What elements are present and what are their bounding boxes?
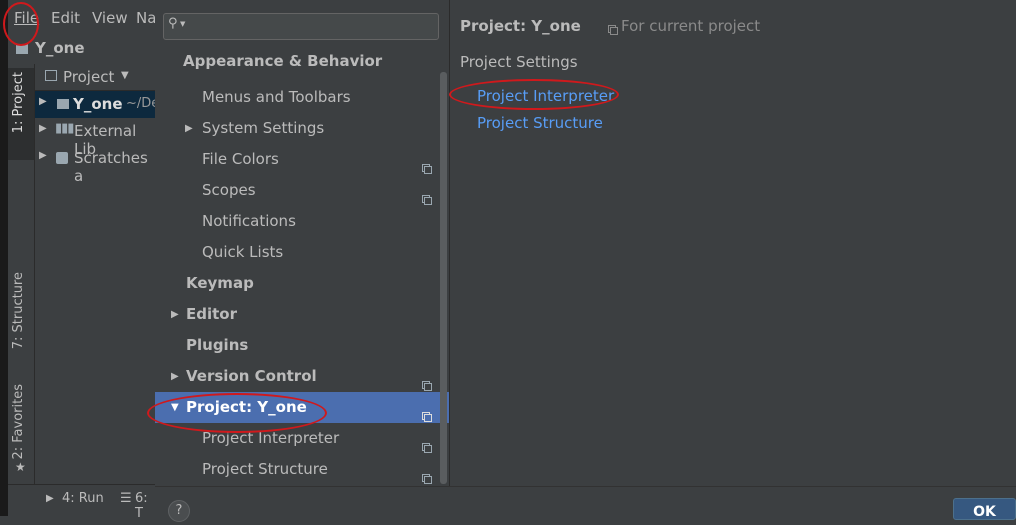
project-panel-header: Project ▼: [35, 64, 155, 91]
project-tree-row[interactable]: ▶ Scratches a: [35, 145, 155, 185]
settings-search-input[interactable]: ⚲ ▼: [163, 13, 439, 40]
tree-item-notifications[interactable]: Notifications: [155, 206, 449, 237]
help-button[interactable]: ?: [168, 500, 190, 522]
run-tab[interactable]: 4: Run: [62, 491, 104, 506]
tab-project[interactable]: 1: Project: [11, 72, 31, 133]
tree-item-menus-toolbars[interactable]: Menus and Toolbars: [155, 82, 449, 113]
tree-item-project-structure[interactable]: Project Structure: [155, 454, 449, 485]
scratches-label: Scratches a: [74, 149, 148, 185]
project-panel: Project ▼ ▶ Y_one ~/De ▶ ▮▮▮ External Li…: [35, 64, 159, 484]
tab-structure[interactable]: 7: Structure: [11, 272, 31, 349]
tree-scrollbar[interactable]: [440, 72, 447, 484]
section-title: Project Settings: [460, 53, 578, 71]
ide-statusbar: ▶ 4: Run ☰ 6: T: [8, 484, 155, 521]
breadcrumb-project[interactable]: Y_one: [35, 39, 85, 57]
copy-icon: [422, 402, 432, 422]
search-icon: ⚲: [168, 16, 178, 31]
settings-content-panel: Project: Y_one For current project Proje…: [450, 0, 1016, 486]
todo-tab[interactable]: 6: T: [135, 491, 155, 521]
expand-arrow-icon[interactable]: ▶: [39, 123, 47, 134]
tree-item-editor[interactable]: ▶ Editor: [155, 299, 449, 330]
expand-arrow-icon[interactable]: ▶: [171, 299, 179, 330]
copy-icon: [422, 464, 432, 484]
library-icon: ▮▮▮: [55, 121, 74, 136]
link-project-structure[interactable]: Project Structure: [477, 114, 603, 132]
tree-item-version-control[interactable]: ▶ Version Control: [155, 361, 449, 392]
copy-icon: [608, 21, 618, 39]
copy-icon: [422, 185, 432, 205]
tree-item-appearance[interactable]: Appearance & Behavior: [155, 46, 449, 77]
project-view-icon: [45, 70, 57, 81]
chevron-down-icon[interactable]: ▼: [121, 70, 129, 81]
tool-window-strip: 1: Project 7: Structure 2: Favorites ★: [8, 64, 35, 484]
expand-arrow-icon[interactable]: ▶: [39, 150, 47, 161]
menu-edit[interactable]: Edit: [51, 9, 80, 27]
scratches-icon: [56, 152, 68, 164]
menu-view[interactable]: View: [92, 9, 128, 27]
project-view-label[interactable]: Project: [63, 68, 114, 86]
project-tree-row[interactable]: ▶ ▮▮▮ External Lib: [35, 118, 155, 158]
copy-icon: [422, 154, 432, 174]
tree-item-system-settings[interactable]: ▶ System Settings: [155, 113, 449, 144]
menu-navigate[interactable]: Na: [136, 9, 156, 27]
chevron-down-icon[interactable]: ▼: [180, 20, 185, 28]
list-icon: ☰: [120, 491, 132, 506]
expand-arrow-icon[interactable]: ▶: [171, 361, 179, 392]
scope-note: For current project: [621, 17, 761, 35]
left-edge-strip: [0, 0, 8, 516]
dialog-footer: [155, 486, 1016, 517]
run-icon: ▶: [46, 493, 54, 504]
star-icon: ★: [15, 460, 26, 474]
copy-icon: [422, 371, 432, 391]
tree-item-scopes[interactable]: Scopes: [155, 175, 449, 206]
tree-item-quick-lists[interactable]: Quick Lists: [155, 237, 449, 268]
expand-arrow-icon[interactable]: ▶: [39, 96, 47, 107]
tree-item-file-colors[interactable]: File Colors: [155, 144, 449, 175]
tab-favorites[interactable]: 2: Favorites: [11, 384, 31, 460]
annotation-circle-project: [147, 393, 327, 433]
folder-icon: [57, 99, 69, 109]
annotation-circle-link: [449, 79, 619, 110]
tree-item-keymap[interactable]: Keymap: [155, 268, 449, 299]
content-title: Project: Y_one: [460, 17, 581, 35]
copy-icon: [422, 433, 432, 453]
project-tree-row[interactable]: ▶ Y_one ~/De: [35, 91, 159, 118]
annotation-circle-file: [3, 2, 39, 46]
ok-button[interactable]: OK: [953, 498, 1016, 520]
tree-item-plugins[interactable]: Plugins: [155, 330, 449, 361]
project-root-name: Y_one: [73, 95, 123, 113]
expand-arrow-icon[interactable]: ▶: [185, 113, 193, 144]
